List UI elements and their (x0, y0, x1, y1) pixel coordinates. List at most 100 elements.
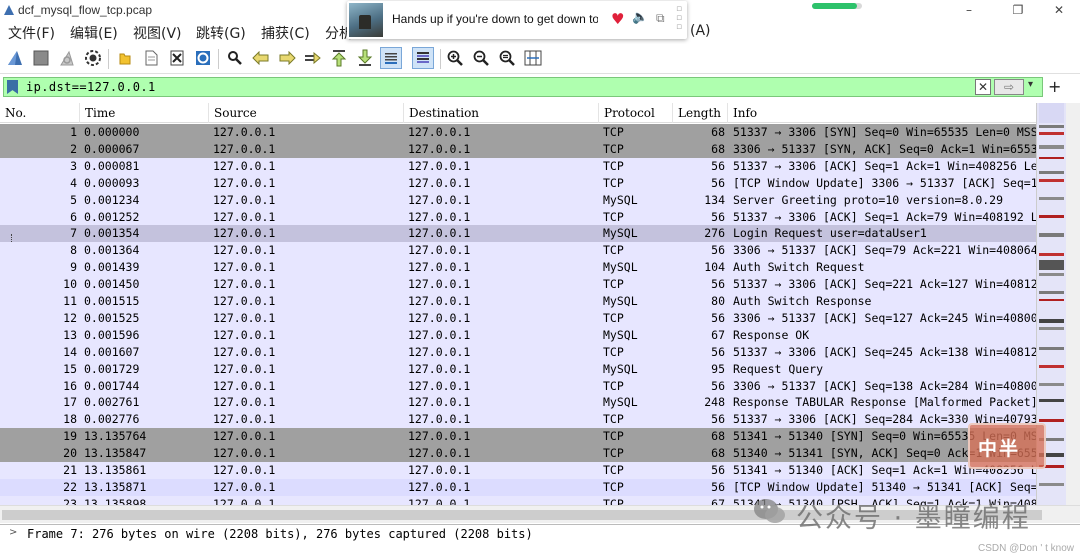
restart-fin-icon[interactable] (56, 47, 78, 69)
packet-row[interactable]: 8 0.001364 127.0.0.1 127.0.0.1 TCP 56 3306 → 5… (0, 242, 1036, 260)
cell-time: 0.001450 (84, 277, 140, 292)
cell-length: 67 (711, 327, 725, 342)
go-to-packet-icon[interactable] (302, 47, 324, 69)
packet-row[interactable]: 10 0.001450 127.0.0.1 127.0.0.1 TCP 56 51337 →… (0, 276, 1036, 294)
menu-edit[interactable]: 编辑(E) (70, 23, 118, 43)
apply-filter-arrow-icon[interactable]: ⇨ (994, 79, 1024, 95)
colorize-icon[interactable] (412, 47, 434, 69)
filter-history-dropdown-icon[interactable]: ▾ (1028, 79, 1033, 90)
packet-row[interactable]: 3 0.000081 127.0.0.1 127.0.0.1 TCP 56 51337 → … (0, 157, 1036, 175)
menu-capture[interactable]: 捕获(C) (261, 23, 310, 43)
packet-row[interactable]: 2 0.000067 127.0.0.1 127.0.0.1 TCP 68 3306 → 5… (0, 140, 1036, 158)
packet-row[interactable]: 12 0.001525 127.0.0.1 127.0.0.1 TCP 56 3306 → … (0, 309, 1036, 327)
go-first-icon[interactable] (328, 47, 350, 69)
cell-protocol: MySQL (603, 192, 638, 207)
packet-row[interactable]: 22 13.135871 127.0.0.1 127.0.0.1 TCP 56 [TCP W… (0, 478, 1036, 496)
packet-row[interactable]: 13 0.001596 127.0.0.1 127.0.0.1 MySQL 67 Respo… (0, 326, 1036, 344)
close-file-icon[interactable] (166, 47, 188, 69)
cell-time: 0.001354 (84, 226, 140, 241)
cell-source: 127.0.0.1 (213, 277, 276, 292)
menu-file[interactable]: 文件(F) (8, 23, 55, 43)
column-header-time[interactable]: Time (80, 103, 209, 123)
cell-info: Auth Switch Request (733, 260, 865, 275)
packet-row[interactable]: 16 0.001744 127.0.0.1 127.0.0.1 TCP 56 3306 → … (0, 377, 1036, 395)
zoom-in-icon[interactable] (444, 47, 466, 69)
cell-length: 56 (711, 344, 725, 359)
go-forward-icon[interactable] (276, 47, 298, 69)
packet-row[interactable]: 7 0.001354 127.0.0.1 127.0.0.1 MySQL 276 Login… (0, 225, 1036, 243)
column-header-info[interactable]: Info (728, 103, 1036, 123)
zoom-normal-icon[interactable] (496, 47, 518, 69)
column-header-length[interactable]: Length (673, 103, 728, 123)
packet-list-scrollbar[interactable] (1066, 103, 1080, 505)
display-filter-input[interactable]: ip.dst==127.0.0.1 (26, 80, 156, 94)
minimize-button[interactable]: – (954, 1, 984, 19)
reload-icon[interactable] (192, 47, 214, 69)
music-notification[interactable]: Hands up if you're down to get down toni… (347, 1, 687, 39)
cell-length: 68 (711, 429, 725, 444)
heart-icon[interactable]: ♥ (611, 10, 624, 28)
cell-destination: 127.0.0.1 (408, 446, 471, 461)
menu-analyze-shortcut[interactable]: (A) (690, 23, 711, 39)
find-packet-icon[interactable] (224, 47, 246, 69)
packet-row[interactable]: 6 0.001252 127.0.0.1 127.0.0.1 TCP 56 51337 → … (0, 208, 1036, 226)
grip-handle-icon[interactable]: ▫ ▫ ▫ (676, 5, 683, 35)
save-file-icon[interactable] (140, 47, 162, 69)
cell-info: 51337 → 3306 [ACK] Seq=1 Ack=1 Win=40825… (733, 158, 1036, 173)
popout-icon[interactable]: ⧉ (656, 11, 665, 26)
stop-square-icon[interactable] (30, 47, 52, 69)
cell-info: 3306 → 51337 [ACK] Seq=138 Ack=284 Win=4… (733, 378, 1036, 393)
resize-columns-icon[interactable] (522, 47, 544, 69)
packet-row[interactable]: 17 0.002761 127.0.0.1 127.0.0.1 MySQL 248 Resp… (0, 394, 1036, 412)
menu-view[interactable]: 视图(V) (133, 23, 182, 43)
cell-info: 3306 → 51337 [SYN, ACK] Seq=0 Ack=1 Win=… (733, 141, 1036, 156)
column-header-destination[interactable]: Destination (404, 103, 599, 123)
autoscroll-icon[interactable] (380, 47, 402, 69)
cell-destination: 127.0.0.1 (408, 395, 471, 410)
cell-info: [TCP Window Update] 51340 → 51341 [ACK] … (733, 479, 1036, 494)
maximize-button[interactable]: ❐ (1003, 1, 1033, 19)
column-header-no[interactable]: No. (0, 103, 80, 123)
packet-row[interactable]: 15 0.001729 127.0.0.1 127.0.0.1 MySQL 95 Reque… (0, 360, 1036, 378)
cell-info: 3306 → 51337 [ACK] Seq=79 Ack=221 Win=40… (733, 243, 1036, 258)
menu-go[interactable]: 跳转(G) (196, 23, 246, 43)
packet-row[interactable]: 20 13.135847 127.0.0.1 127.0.0.1 TCP 68 51340 … (0, 445, 1036, 463)
volume-icon[interactable]: 🔈 (632, 10, 648, 25)
cell-destination: 127.0.0.1 (408, 463, 471, 477)
display-filter-bar[interactable]: ip.dst==127.0.0.1 ✕ ⇨ ▾ (3, 77, 1043, 97)
packet-row[interactable]: 9 0.001439 127.0.0.1 127.0.0.1 MySQL 104 Auth … (0, 259, 1036, 277)
cell-time: 0.001525 (84, 310, 140, 325)
open-folder-icon[interactable] (114, 47, 136, 69)
cell-source: 127.0.0.1 (213, 395, 276, 410)
column-header-source[interactable]: Source (209, 103, 404, 123)
cell-length: 56 (711, 175, 725, 190)
packet-row[interactable]: 19 13.135764 127.0.0.1 127.0.0.1 TCP 68 51341 … (0, 428, 1036, 446)
go-back-icon[interactable] (250, 47, 272, 69)
cell-destination: 127.0.0.1 (408, 243, 471, 258)
packet-row[interactable]: 21 13.135861 127.0.0.1 127.0.0.1 TCP 56 51341 … (0, 462, 1036, 479)
cell-length: 68 (711, 446, 725, 461)
expand-arrow-icon[interactable]: > (9, 527, 17, 538)
cell-source: 127.0.0.1 (213, 463, 276, 477)
cell-protocol: TCP (603, 310, 624, 325)
packet-list[interactable]: No. Time Source Destination Protocol Len… (0, 103, 1036, 505)
packet-row[interactable]: 4 0.000093 127.0.0.1 127.0.0.1 TCP 56 [TCP Win… (0, 174, 1036, 192)
packet-row[interactable]: 14 0.001607 127.0.0.1 127.0.0.1 TCP 56 51337 →… (0, 343, 1036, 361)
close-window-button[interactable]: ✕ (1044, 1, 1074, 19)
cell-no: 18 (63, 412, 77, 427)
packet-row[interactable]: 18 0.002776 127.0.0.1 127.0.0.1 TCP 56 51337 →… (0, 411, 1036, 429)
filter-bookmark-icon[interactable] (7, 80, 18, 94)
add-filter-button[interactable]: + (1048, 77, 1061, 96)
cell-length: 56 (711, 310, 725, 325)
clear-filter-icon[interactable]: ✕ (975, 79, 991, 95)
packet-row[interactable]: 1 0.000000 127.0.0.1 127.0.0.1 TCP 68 51337 → … (0, 124, 1036, 141)
cell-length: 56 (711, 463, 725, 477)
packet-row[interactable]: 11 0.001515 127.0.0.1 127.0.0.1 MySQL 80 Auth … (0, 293, 1036, 310)
frame-summary[interactable]: Frame 7: 276 bytes on wire (2208 bits), … (27, 527, 533, 541)
packet-row[interactable]: 5 0.001234 127.0.0.1 127.0.0.1 MySQL 134 Serve… (0, 191, 1036, 209)
capture-options-gear-icon[interactable] (82, 47, 104, 69)
column-header-protocol[interactable]: Protocol (599, 103, 673, 123)
go-last-icon[interactable] (354, 47, 376, 69)
shark-fin-start-icon[interactable] (4, 47, 26, 69)
zoom-out-icon[interactable] (470, 47, 492, 69)
